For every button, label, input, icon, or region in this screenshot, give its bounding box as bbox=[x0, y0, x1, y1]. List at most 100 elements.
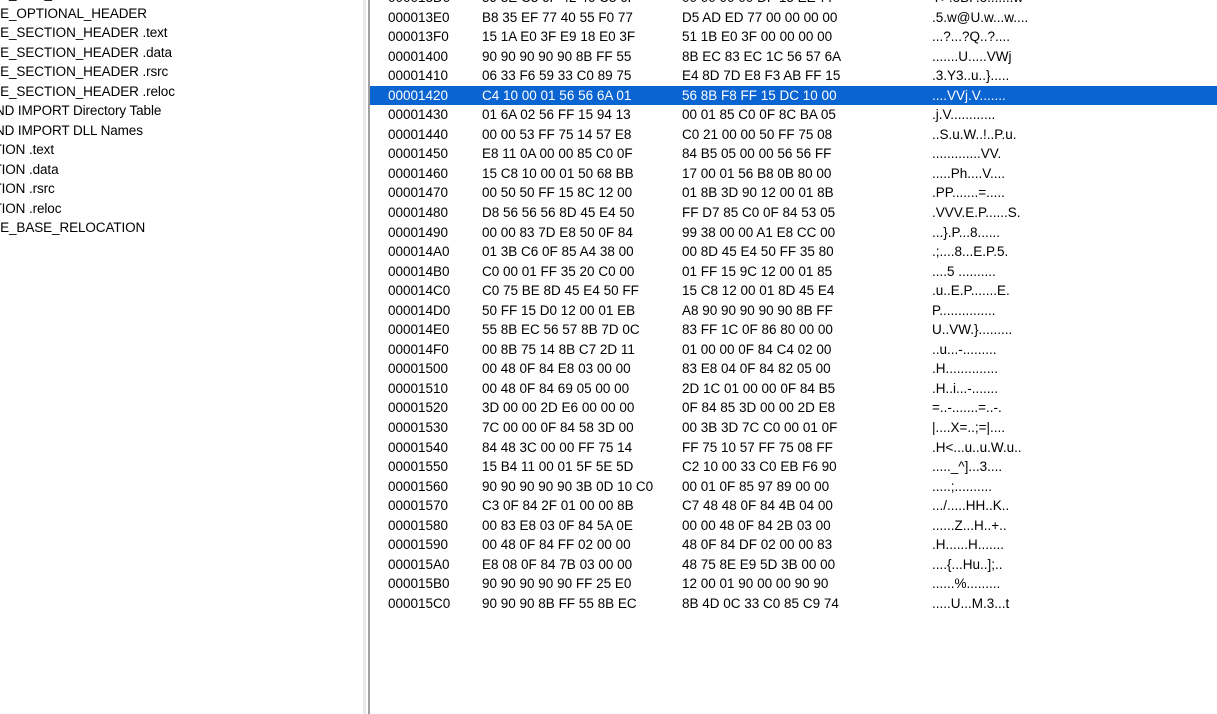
ascii-text: ....VVj.V....... bbox=[932, 87, 1006, 103]
tree-item[interactable]: SECTION .text bbox=[0, 140, 175, 160]
ascii-text: Y>.oBF.o.......w bbox=[932, 0, 1023, 8]
hex-row[interactable]: 00001500 00 48 0F 84 E8 03 00 00 83 E8 04 … bbox=[370, 359, 1217, 379]
hex-row[interactable]: 000013F0 15 1A E0 3F E9 18 E0 3F 51 1B E0 … bbox=[370, 27, 1217, 47]
tree-item[interactable]: SECTION .data bbox=[0, 160, 175, 180]
hex-bytes-low: 84 48 3C 00 00 FF 75 14 bbox=[482, 439, 633, 455]
tree-item[interactable]: IMAGE_SECTION_HEADER .text bbox=[0, 23, 175, 43]
tree-item[interactable]: BOUND IMPORT DLL Names bbox=[0, 121, 175, 141]
ascii-text: .;....8...E.P.5. bbox=[932, 244, 1009, 260]
hex-row[interactable]: 00001480 D8 56 56 56 8D 45 E4 50 FF D7 85 … bbox=[370, 203, 1217, 223]
tree-item[interactable]: IMAGE_SECTION_HEADER .data bbox=[0, 43, 175, 63]
hex-offset: 000015B0 bbox=[388, 576, 450, 592]
ascii-text: ....5 .......... bbox=[932, 263, 996, 279]
hex-row[interactable]: 00001420 C4 10 00 01 56 56 6A 01 56 8B F8 … bbox=[370, 85, 1217, 106]
hex-bytes-high: 00 01 85 C0 0F 8C BA 05 bbox=[682, 107, 836, 123]
ascii-text: .VVV.E.P......S. bbox=[932, 205, 1021, 221]
hex-bytes-high: 15 C8 12 00 01 8D 45 E4 bbox=[682, 283, 835, 299]
ascii-text: .PP.......=..... bbox=[932, 185, 1005, 201]
tree-item[interactable]: IMAGE_SECTION_HEADER .reloc bbox=[0, 82, 175, 102]
hex-offset: 000013D0 bbox=[388, 0, 450, 8]
pane-splitter[interactable] bbox=[363, 0, 366, 714]
tree-item[interactable]: BOUND IMPORT Directory Table bbox=[0, 101, 175, 121]
hex-bytes-low: 3D 00 00 2D E6 00 00 00 bbox=[482, 400, 635, 416]
hex-row[interactable]: 000015C0 90 90 90 8B FF 55 8B EC 8B 4D 0C … bbox=[370, 594, 1217, 614]
hex-offset: 00001580 bbox=[388, 517, 449, 533]
hex-bytes-high: 12 00 01 90 00 00 90 90 bbox=[682, 576, 829, 592]
hex-offset: 000014E0 bbox=[388, 322, 450, 338]
hex-offset: 00001440 bbox=[388, 126, 449, 142]
hex-offset: 00001490 bbox=[388, 224, 449, 240]
hex-row[interactable]: 00001560 90 90 90 90 90 3B 0D 10 C0 00 01 … bbox=[370, 477, 1217, 497]
hex-bytes-high: 00 3B 3D 7C C0 00 01 0F bbox=[682, 420, 838, 436]
hex-row[interactable]: 00001590 00 48 0F 84 FF 02 00 00 48 0F 84 … bbox=[370, 535, 1217, 555]
tree-item[interactable]: SECTION .reloc bbox=[0, 199, 175, 219]
hex-bytes-high: 01 8B 3D 90 12 00 01 8B bbox=[682, 185, 834, 201]
hex-bytes-low: 00 8B 75 14 8B C7 2D 11 bbox=[482, 341, 635, 357]
ascii-text: .H<...u..u.W.u.. bbox=[932, 439, 1022, 455]
hex-row[interactable]: 000015A0 E8 08 0F 84 7B 03 00 00 48 75 8E … bbox=[370, 555, 1217, 575]
hex-bytes-low: 00 48 0F 84 E8 03 00 00 bbox=[482, 361, 631, 377]
hex-row[interactable]: 00001450 E8 11 0A 00 00 85 C0 0F 84 B5 05 … bbox=[370, 144, 1217, 164]
hex-row[interactable]: 00001440 00 00 53 FF 75 14 57 E8 C0 21 00 … bbox=[370, 125, 1217, 145]
hex-offset: 00001430 bbox=[388, 107, 449, 123]
hex-bytes-low: 90 90 90 90 90 FF 25 E0 bbox=[482, 576, 632, 592]
hex-row[interactable]: 00001540 84 48 3C 00 00 FF 75 14 FF 75 10 … bbox=[370, 438, 1217, 458]
hex-offset: 000014B0 bbox=[388, 263, 450, 279]
hex-row[interactable]: 000014E0 55 8B EC 56 57 8B 7D 0C 83 FF 1C … bbox=[370, 320, 1217, 340]
hex-bytes-high: E4 8D 7D E8 F3 AB FF 15 bbox=[682, 68, 841, 84]
hex-bytes-low: C4 10 00 01 56 56 6A 01 bbox=[482, 87, 632, 103]
hex-row[interactable]: 00001430 01 6A 02 56 FF 15 94 13 00 01 85 … bbox=[370, 105, 1217, 125]
hex-view-pane: 000013D0 59 3E C3 6F 42 46 C3 6F 00 00 00 … bbox=[370, 0, 1217, 714]
hex-row[interactable]: 000014A0 01 3B C6 0F 85 A4 38 00 00 8D 45 … bbox=[370, 242, 1217, 262]
hex-bytes-high: 83 E8 04 0F 84 82 05 00 bbox=[682, 361, 831, 377]
hex-offset: 00001590 bbox=[388, 537, 449, 553]
hex-row[interactable]: 00001510 00 48 0F 84 69 05 00 00 2D 1C 01 … bbox=[370, 379, 1217, 399]
hex-row[interactable]: 00001410 06 33 F6 59 33 C0 89 75 E4 8D 7D … bbox=[370, 66, 1217, 86]
hex-row[interactable]: 00001470 00 50 50 FF 15 8C 12 00 01 8B 3D … bbox=[370, 183, 1217, 203]
hex-row[interactable]: 00001550 15 B4 11 00 01 5F 5E 5D C2 10 00 … bbox=[370, 457, 1217, 477]
hex-bytes-high: FF 75 10 57 FF 75 08 FF bbox=[682, 439, 833, 455]
hex-row[interactable]: 00001530 7C 00 00 0F 84 58 3D 00 00 3B 3D … bbox=[370, 418, 1217, 438]
hex-bytes-low: E8 08 0F 84 7B 03 00 00 bbox=[482, 556, 633, 572]
hex-row[interactable]: 000014C0 C0 75 BE 8D 45 E4 50 FF 15 C8 12 … bbox=[370, 281, 1217, 301]
hex-row[interactable]: 00001400 90 90 90 90 90 8B FF 55 8B EC 83 … bbox=[370, 47, 1217, 67]
hex-row[interactable]: 000013E0 B8 35 EF 77 40 55 F0 77 D5 AD ED … bbox=[370, 8, 1217, 28]
hex-row[interactable]: 000015B0 90 90 90 90 90 FF 25 E0 12 00 01 … bbox=[370, 574, 1217, 594]
hex-offset: 000013F0 bbox=[388, 29, 449, 45]
hex-offset: 00001500 bbox=[388, 361, 449, 377]
hex-row[interactable]: 00001520 3D 00 00 2D E6 00 00 00 0F 84 85 … bbox=[370, 398, 1217, 418]
hex-row[interactable]: 000013D0 59 3E C3 6F 42 46 C3 6F 00 00 00 … bbox=[370, 0, 1217, 8]
hex-offset: 000013E0 bbox=[388, 9, 450, 25]
ascii-text: ...}.P...8...... bbox=[932, 224, 1001, 240]
hex-row[interactable]: 00001580 00 83 E8 03 0F 84 5A 0E 00 00 48 … bbox=[370, 516, 1217, 536]
hex-bytes-low: 01 3B C6 0F 85 A4 38 00 bbox=[482, 244, 634, 260]
hex-bytes-high: 00 00 00 00 DF 15 EE 77 bbox=[682, 0, 834, 8]
hex-offset: 00001530 bbox=[388, 420, 449, 436]
structure-tree: IMAGE_FILE_HEADERIMAGE_OPTIONAL_HEADERIM… bbox=[0, 0, 175, 238]
hex-bytes-high: 84 B5 05 00 00 56 56 FF bbox=[682, 146, 832, 162]
hex-row[interactable]: 00001490 00 00 83 7D E8 50 0F 84 99 38 00 … bbox=[370, 223, 1217, 243]
ascii-text: .......U.....VWj bbox=[932, 48, 1012, 64]
hex-offset: 000015A0 bbox=[388, 556, 450, 572]
hex-bytes-low: 15 1A E0 3F E9 18 E0 3F bbox=[482, 29, 636, 45]
ascii-text: .5.w@U.w...w.... bbox=[932, 9, 1029, 25]
hex-row[interactable]: 000014D0 50 FF 15 D0 12 00 01 EB A8 90 90 … bbox=[370, 301, 1217, 321]
hex-offset: 00001480 bbox=[388, 205, 449, 221]
hex-bytes-low: C0 00 01 FF 35 20 C0 00 bbox=[482, 263, 635, 279]
tree-item[interactable]: IMAGE_BASE_RELOCATION bbox=[0, 218, 175, 238]
tree-item[interactable]: SECTION .rsrc bbox=[0, 179, 175, 199]
hex-bytes-low: 50 FF 15 D0 12 00 01 EB bbox=[482, 302, 636, 318]
hex-offset: 00001510 bbox=[388, 380, 449, 396]
ascii-text: .H......H....... bbox=[932, 537, 1005, 553]
tree-item[interactable]: IMAGE_SECTION_HEADER .rsrc bbox=[0, 62, 175, 82]
hex-bytes-low: 00 83 E8 03 0F 84 5A 0E bbox=[482, 517, 633, 533]
hex-row[interactable]: 00001460 15 C8 10 00 01 50 68 BB 17 00 01 … bbox=[370, 164, 1217, 184]
hex-row[interactable]: 000014F0 00 8B 75 14 8B C7 2D 11 01 00 00 … bbox=[370, 340, 1217, 360]
hex-bytes-high: 00 8D 45 E4 50 FF 35 80 bbox=[682, 244, 834, 260]
hex-row[interactable]: 000014B0 C0 00 01 FF 35 20 C0 00 01 FF 15 … bbox=[370, 262, 1217, 282]
hex-bytes-high: 01 FF 15 9C 12 00 01 85 bbox=[682, 263, 833, 279]
hex-row[interactable]: 00001570 C3 0F 84 2F 01 00 00 8B C7 48 48 … bbox=[370, 496, 1217, 516]
tree-item[interactable]: IMAGE_OPTIONAL_HEADER bbox=[0, 4, 175, 24]
hex-bytes-high: 51 1B E0 3F 00 00 00 00 bbox=[682, 29, 833, 45]
hex-offset: 000014A0 bbox=[388, 244, 450, 260]
